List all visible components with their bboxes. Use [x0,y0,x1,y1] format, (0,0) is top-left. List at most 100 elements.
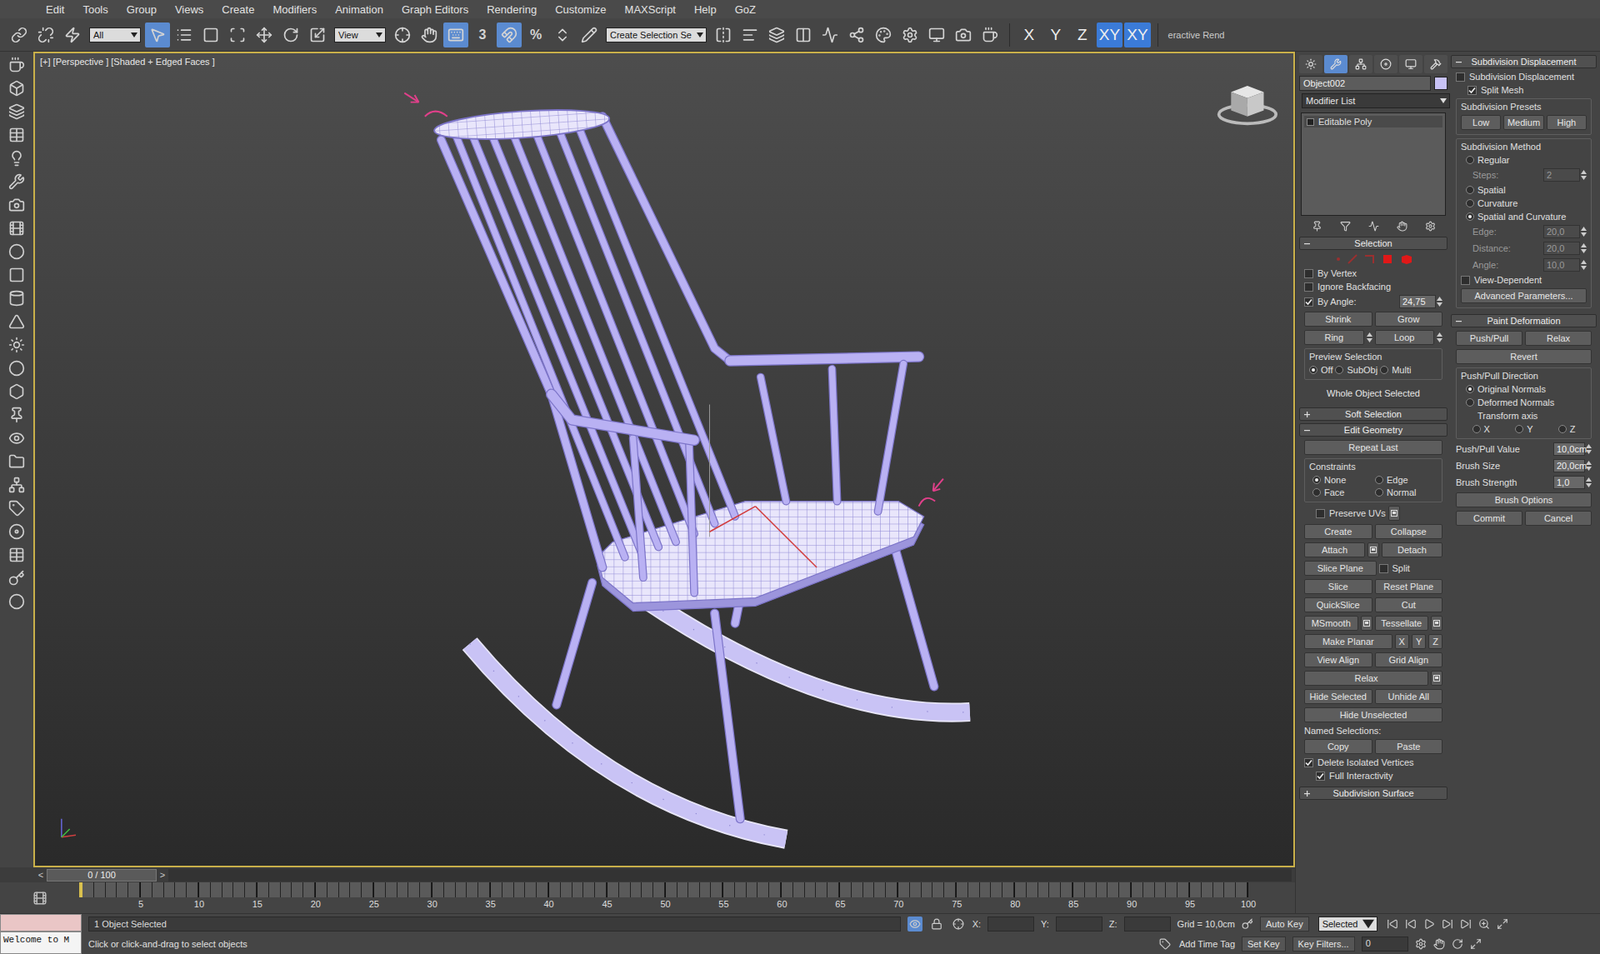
teapot-icon[interactable] [8,56,25,74]
geosphere-icon[interactable] [8,360,25,377]
selection-checkbox[interactable]: By Vertex [1304,268,1443,279]
radio-dot[interactable] [1515,425,1524,434]
table-icon[interactable] [8,126,25,144]
key-filters-button[interactable]: Key Filters... [1292,936,1355,952]
show-end-result-icon[interactable] [1340,220,1351,232]
toolbar-button[interactable] [870,22,896,48]
spinner-arrows-icon[interactable] [1585,476,1592,489]
toolbar-button[interactable] [390,22,415,48]
toolbar-button[interactable] [790,22,816,48]
tag-icon[interactable] [8,500,25,517]
geometry-button[interactable]: MSmooth [1304,615,1359,631]
spinner-arrows-icon[interactable] [1436,331,1443,344]
spinner-arrows-icon[interactable] [1366,331,1373,344]
toolbar-button[interactable] [33,22,59,48]
auto-key-button[interactable]: Auto Key [1260,916,1310,932]
remove-modifier-icon[interactable] [1396,220,1408,232]
spinner-arrows-icon[interactable] [1580,259,1587,271]
toolbar-button[interactable] [764,22,790,48]
spinner-arrows-icon[interactable] [1436,295,1443,308]
rollout-header[interactable]: Soft Selection [1299,407,1448,421]
eye-icon[interactable] [8,430,25,447]
method-field[interactable]: 20,0 [1543,225,1587,239]
geometry-button[interactable]: Attach [1304,542,1365,558]
sphere-icon[interactable] [8,243,25,260]
key-icon[interactable] [8,570,25,587]
axis-button[interactable]: X [1395,634,1410,650]
spinner-arrows-icon[interactable] [1580,225,1587,238]
menu-item[interactable]: Customize [545,3,615,16]
brush-field[interactable]: 20,0cm [1553,459,1592,473]
viewcube-icon[interactable] [1219,85,1277,124]
steps-field[interactable]: 2 [1543,168,1587,182]
geometry-button[interactable]: Hide Unselected [1304,707,1443,723]
geometry-button[interactable]: Grid Align [1375,652,1444,668]
go-to-start-icon[interactable] [1386,918,1399,930]
time-configuration-icon[interactable] [1415,938,1427,950]
radio-option[interactable]: X [1472,424,1490,435]
geometry-button[interactable]: View Align [1304,652,1373,668]
time-slider[interactable]: <0 / 100> [0,867,1295,883]
axis-constraint-button[interactable]: Z [1070,22,1095,48]
selection-button[interactable]: Shrink [1304,311,1373,327]
paint-button[interactable]: Relax [1525,330,1592,346]
checkbox-box[interactable] [1304,758,1314,768]
axis-constraint-button[interactable]: XY [1124,22,1150,48]
zoom-icon[interactable] [1478,918,1490,930]
toolbar-button[interactable] [198,22,224,48]
geometry-button[interactable]: Detach [1381,542,1443,558]
toolbar-button[interactable] [60,22,85,48]
settings-button[interactable] [1388,505,1400,521]
menu-item[interactable]: Group [117,3,166,16]
radio-dot[interactable] [1472,425,1481,434]
command-tab[interactable] [1299,55,1323,74]
spinner-arrows-icon[interactable] [1585,443,1592,455]
table2-icon[interactable] [8,546,25,564]
layers-icon[interactable] [8,103,25,120]
perspective-viewport[interactable]: [+] [Perspective ] [Shaded + Edged Faces… [33,51,1295,868]
loop-button[interactable]: Loop [1375,330,1435,345]
toolbar-button[interactable] [145,22,170,48]
checkbox-box[interactable] [1379,564,1389,574]
command-tab[interactable] [1374,55,1398,74]
plane-icon[interactable] [8,266,25,284]
menu-item[interactable]: Rendering [477,3,546,16]
hex-icon[interactable] [8,383,25,400]
named-selection-button[interactable]: Paste [1375,739,1444,755]
radio-dot[interactable] [1375,488,1384,497]
geometry-button[interactable]: Relax [1304,670,1429,686]
snap-toggle[interactable]: % [523,22,549,48]
radio-option[interactable]: None [1312,475,1375,485]
set-key-button[interactable]: Set Key [1241,936,1286,952]
rollout-header[interactable]: Paint Deformation [1450,314,1597,328]
method-field[interactable]: 20,0 [1543,241,1587,255]
radio-dot[interactable] [1312,475,1321,485]
radio-option[interactable]: Regular [1460,155,1587,165]
go-to-end-icon[interactable] [1460,918,1472,930]
toolbar-dropdown[interactable]: All [89,27,141,43]
axis-constraint-button[interactable]: Y [1043,22,1069,48]
add-time-tag[interactable]: Add Time Tag [1179,939,1235,950]
settings-button[interactable] [1430,615,1443,631]
toolbar-button[interactable] [278,22,304,48]
cylinder-icon[interactable] [8,290,25,307]
checkbox-box[interactable] [1304,269,1314,279]
brush-field[interactable]: 1,0 [1553,475,1592,490]
paint-action-button[interactable]: Commit [1455,510,1523,526]
subobject-levels-icon[interactable] [1331,253,1415,265]
toolbar-button[interactable] [737,22,763,48]
view-dependent-checkbox[interactable]: View-Dependent [1460,275,1587,285]
advanced-parameters-button[interactable]: Advanced Parameters... [1460,288,1587,304]
geometry-button[interactable]: Hide Selected [1304,689,1373,705]
toolbar-button[interactable] [924,22,950,48]
preset-button[interactable]: Medium [1503,115,1544,130]
configure-sets-icon[interactable] [1425,220,1436,232]
axis-button[interactable]: Z [1428,634,1443,650]
toolbar-button[interactable] [576,22,602,48]
radio-option[interactable]: Z [1558,424,1576,435]
menu-item[interactable]: Edit [36,3,74,16]
named-selection-button[interactable]: Copy [1304,739,1373,755]
toolbar-button[interactable] [897,22,923,48]
isolate-toggle[interactable] [907,916,923,932]
previous-key-icon[interactable] [1405,918,1417,930]
